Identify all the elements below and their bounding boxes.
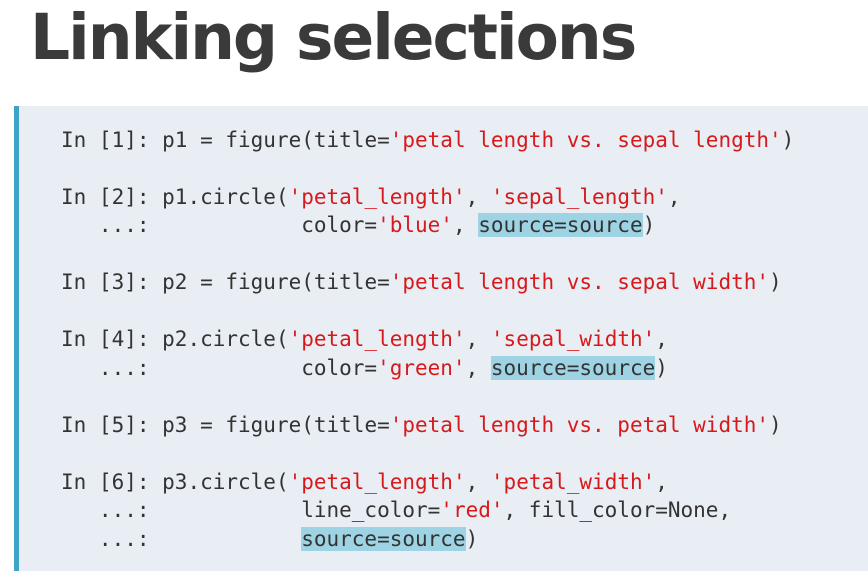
input-prompt: In [3]: — [61, 270, 163, 294]
string-literal: 'green' — [377, 356, 466, 380]
code-line-in-4-continuation: ...: color='green', source=source) — [61, 354, 668, 382]
code-line-in-4: In [4]: p2.circle('petal_length', 'sepal… — [61, 325, 668, 353]
code-text: line_color= — [301, 498, 441, 522]
code-text: p2.circle( — [162, 327, 289, 351]
highlighted-source-arg: source=source — [478, 213, 643, 237]
input-prompt: In [6]: — [61, 470, 163, 494]
code-line-in-6-continuation-2: ...: source=source) — [61, 525, 478, 553]
input-prompt: In [5]: — [61, 413, 163, 437]
input-prompt: In [4]: — [61, 327, 163, 351]
string-literal: 'blue' — [377, 213, 453, 237]
continuation-prompt: ...: — [61, 213, 302, 237]
continuation-prompt: ...: — [61, 527, 302, 551]
code-line-in-2-continuation: ...: color='blue', source=source) — [61, 211, 655, 239]
code-text: p3.circle( — [162, 470, 289, 494]
code-text: , — [655, 327, 668, 351]
string-literal: 'petal_length' — [288, 327, 466, 351]
code-text: , — [452, 213, 479, 237]
code-line-in-1: In [1]: p1 = figure(title='petal length … — [61, 126, 794, 154]
code-text: p3 = figure(title= — [162, 413, 390, 437]
input-prompt: In [1]: — [61, 128, 163, 152]
string-literal: 'sepal_width' — [490, 327, 656, 351]
string-literal: 'petal_length' — [288, 185, 466, 209]
code-line-in-6-continuation: ...: line_color='red', fill_color=None, — [61, 496, 731, 524]
code-line-in-5: In [5]: p3 = figure(title='petal length … — [61, 411, 782, 439]
input-prompt: In [2]: — [61, 185, 163, 209]
code-text: color= — [301, 213, 378, 237]
string-literal: 'petal_width' — [490, 470, 656, 494]
code-text: ) — [769, 270, 782, 294]
code-text: , — [465, 470, 491, 494]
code-text: p2 = figure(title= — [162, 270, 390, 294]
highlighted-source-arg: source=source — [490, 356, 656, 380]
code-text: , — [465, 356, 491, 380]
code-text: , — [465, 327, 491, 351]
code-text: ) — [642, 213, 656, 237]
string-literal: 'sepal_length' — [490, 185, 668, 209]
code-text: , — [667, 185, 681, 209]
code-text: , — [465, 185, 491, 209]
string-literal: 'petal length vs. sepal width' — [389, 270, 770, 294]
continuation-prompt: ...: — [61, 498, 302, 522]
string-literal: 'petal length vs. petal width' — [389, 413, 770, 437]
string-literal: 'red' — [440, 498, 504, 522]
code-block: In [1]: p1 = figure(title='petal length … — [14, 106, 868, 571]
continuation-prompt: ...: — [61, 356, 302, 380]
code-text: ) — [781, 128, 795, 152]
code-text: ) — [769, 413, 782, 437]
code-text: p1 = figure(title= — [162, 128, 390, 152]
highlighted-source-arg: source=source — [301, 527, 466, 551]
string-literal: 'petal length vs. sepal length' — [389, 128, 782, 152]
code-text: p1.circle( — [162, 185, 289, 209]
code-text: ) — [465, 527, 479, 551]
code-text: color= — [301, 356, 378, 380]
code-text: ) — [655, 356, 668, 380]
code-line-in-6: In [6]: p3.circle('petal_length', 'petal… — [61, 468, 668, 496]
string-literal: 'petal_length' — [288, 470, 466, 494]
code-line-in-3: In [3]: p2 = figure(title='petal length … — [61, 268, 782, 296]
code-text: , — [655, 470, 668, 494]
code-text: , fill_color=None, — [503, 498, 732, 522]
code-line-in-2: In [2]: p1.circle('petal_length', 'sepal… — [61, 183, 681, 211]
slide-title: Linking selections — [30, 1, 637, 74]
